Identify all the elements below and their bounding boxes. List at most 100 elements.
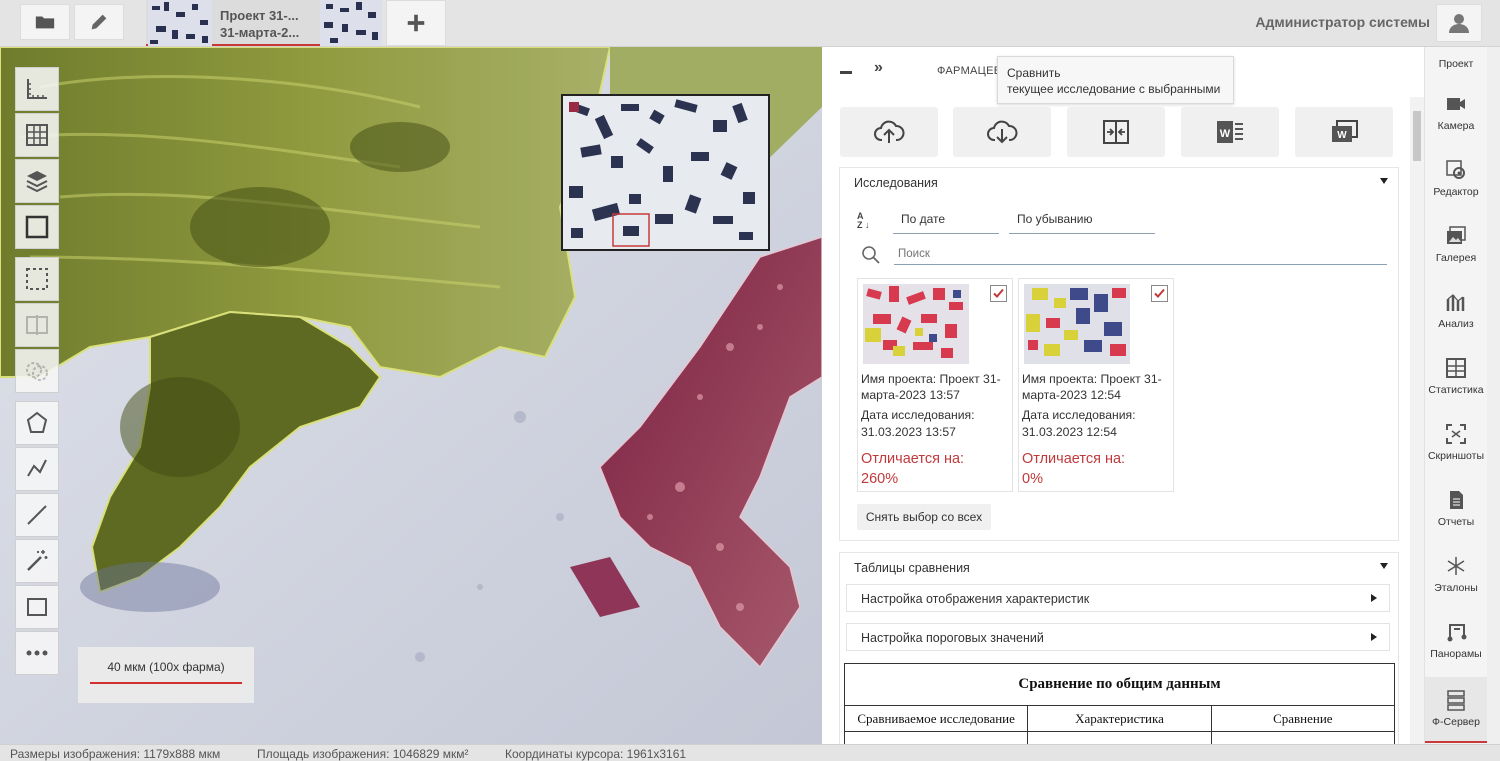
- server-icon: [1447, 690, 1465, 711]
- nav-item-standards[interactable]: Эталоны: [1425, 555, 1487, 617]
- download-cloud-button[interactable]: [953, 107, 1051, 157]
- nav-item-camera[interactable]: Камера: [1425, 93, 1487, 155]
- rect-select-tool-button[interactable]: [15, 257, 59, 301]
- studies-section-title: Исследования: [854, 176, 938, 190]
- layers-tool-button[interactable]: [15, 159, 59, 203]
- nav-item-screenshots[interactable]: Скриншоты: [1425, 423, 1487, 485]
- nav-item-analysis[interactable]: Анализ: [1425, 291, 1487, 353]
- table-cell: [843, 731, 1029, 744]
- status-bar: Размеры изображения: 1179x888 мкм Площад…: [0, 744, 1500, 761]
- column-header: Сравниваемое исследование: [843, 705, 1029, 732]
- frame-tool-button[interactable]: [15, 205, 59, 249]
- project-tab-subtitle: 31-марта-2...: [220, 25, 300, 40]
- polyline-tool-button[interactable]: [15, 447, 59, 491]
- ruler-icon: [27, 79, 47, 99]
- rectangle-tool-button[interactable]: [15, 585, 59, 629]
- sort-az-icon[interactable]: AZ ↓: [857, 212, 870, 230]
- studies-collapse-caret[interactable]: [1380, 178, 1388, 184]
- left-toolbar: [14, 67, 60, 677]
- export-word-batch-button[interactable]: W: [1295, 107, 1393, 157]
- nav-item-label: Скриншоты: [1427, 450, 1485, 462]
- display-settings-label: Настройка отображения характеристик: [861, 592, 1090, 606]
- study-card[interactable]: Имя проекта: Проект 31-марта-2023 12:54 …: [1018, 278, 1174, 492]
- search-input[interactable]: [894, 243, 1387, 265]
- compare-icon: [1103, 120, 1129, 144]
- panorama-icon: [1447, 624, 1467, 642]
- display-settings-row[interactable]: Настройка отображения характеристик: [846, 584, 1390, 612]
- tooltip-title: Сравнить: [1007, 66, 1061, 80]
- table-cell: [1027, 731, 1212, 744]
- nav-item-label: Галерея: [1435, 252, 1477, 264]
- study-date-label: Дата исследования:: [1022, 408, 1136, 422]
- minimap[interactable]: [561, 94, 770, 251]
- threshold-settings-row[interactable]: Настройка пороговых значений: [846, 623, 1390, 651]
- dashed-rect-icon: [26, 268, 48, 290]
- study-difference-value: 260%: [861, 471, 899, 487]
- panel-scrollbar[interactable]: [1410, 97, 1424, 744]
- study-checkbox[interactable]: [990, 285, 1007, 302]
- nav-item-reports[interactable]: Отчеты: [1425, 489, 1487, 551]
- magic-wand-tool-button[interactable]: [15, 539, 59, 583]
- plus-icon: [407, 14, 425, 32]
- study-card[interactable]: Имя проекта: Проект 31-марта-2023 13:57 …: [857, 278, 1013, 492]
- pencil-icon: [91, 14, 107, 30]
- nav-item-server[interactable]: Ф-Сервер: [1425, 677, 1487, 743]
- nav-item-label: Редактор: [1433, 186, 1479, 198]
- project-tab-second[interactable]: [320, 0, 384, 46]
- scrollbar-thumb[interactable]: [1413, 111, 1421, 161]
- rectangle-icon: [27, 598, 47, 616]
- study-date: 31.03.2023 13:57: [861, 425, 956, 439]
- split-icon: [26, 315, 48, 335]
- collapse-panel-button[interactable]: [840, 71, 852, 74]
- edit-button[interactable]: [74, 4, 124, 40]
- column-header: Сравнение: [1210, 705, 1396, 732]
- nav-item-editor[interactable]: Редактор: [1425, 159, 1487, 221]
- statistics-icon: [1446, 358, 1466, 378]
- expand-panel-button[interactable]: »: [874, 59, 883, 77]
- study-checkbox[interactable]: [1151, 285, 1168, 302]
- layers-icon: [26, 171, 48, 193]
- study-project-name: Имя проекта: Проект 31-марта-2023 13:57: [861, 372, 1001, 402]
- polygon-tool-button[interactable]: [15, 401, 59, 445]
- search-box: [857, 243, 1387, 267]
- nav-item-statistics[interactable]: Статистика: [1425, 357, 1487, 419]
- study-difference: Отличается на: 0%: [1022, 449, 1125, 489]
- add-project-button[interactable]: [386, 0, 446, 46]
- camera-icon: [1447, 98, 1465, 110]
- merge-tool-button[interactable]: [15, 349, 59, 393]
- nav-scrollbar[interactable]: [1487, 47, 1500, 744]
- sort-order-select[interactable]: По убыванию: [1009, 212, 1155, 234]
- user-avatar-button[interactable]: [1436, 4, 1482, 42]
- compare-button[interactable]: [1067, 107, 1165, 157]
- report-icon: [1450, 491, 1463, 509]
- study-thumbnail: [863, 284, 969, 364]
- export-word-button[interactable]: W: [1181, 107, 1279, 157]
- nav-item-label: Камера: [1437, 120, 1475, 132]
- threshold-settings-label: Настройка пороговых значений: [861, 631, 1044, 645]
- nav-item-panoramas[interactable]: Панорамы: [1425, 621, 1487, 683]
- split-tool-button[interactable]: [15, 303, 59, 347]
- square-icon: [25, 215, 49, 239]
- cloud-upload-icon: [874, 120, 905, 143]
- line-tool-button[interactable]: [15, 493, 59, 537]
- more-tools-button[interactable]: [15, 631, 59, 675]
- ruler-tool-button[interactable]: [15, 67, 59, 111]
- chevron-right-icon: [1371, 633, 1377, 641]
- editor-icon: [1446, 160, 1465, 179]
- top-toolbar: Проект 31-... 31-марта-2... Администрато…: [0, 0, 1500, 47]
- nav-item-label: Проект: [1438, 58, 1474, 70]
- folder-icon: [35, 16, 55, 29]
- image-viewport[interactable]: 40 мкм (100х фарма): [0, 47, 822, 744]
- nav-item-gallery[interactable]: Галерея: [1425, 225, 1487, 287]
- study-date-label: Дата исследования:: [861, 408, 975, 422]
- grid-tool-button[interactable]: [15, 113, 59, 157]
- standards-icon: [1447, 557, 1465, 575]
- upload-cloud-button[interactable]: [840, 107, 938, 157]
- sort-field-select[interactable]: По дате: [893, 212, 999, 234]
- deselect-all-button[interactable]: Снять выбор со всех: [857, 504, 991, 530]
- open-folder-button[interactable]: [20, 4, 70, 40]
- tooltip-text: текущее исследование с выбранными: [1007, 82, 1221, 96]
- comparison-collapse-caret[interactable]: [1380, 563, 1388, 569]
- status-image-size: Размеры изображения: 1179x888 мкм: [10, 747, 221, 761]
- nav-item-label: Панорамы: [1430, 648, 1482, 660]
